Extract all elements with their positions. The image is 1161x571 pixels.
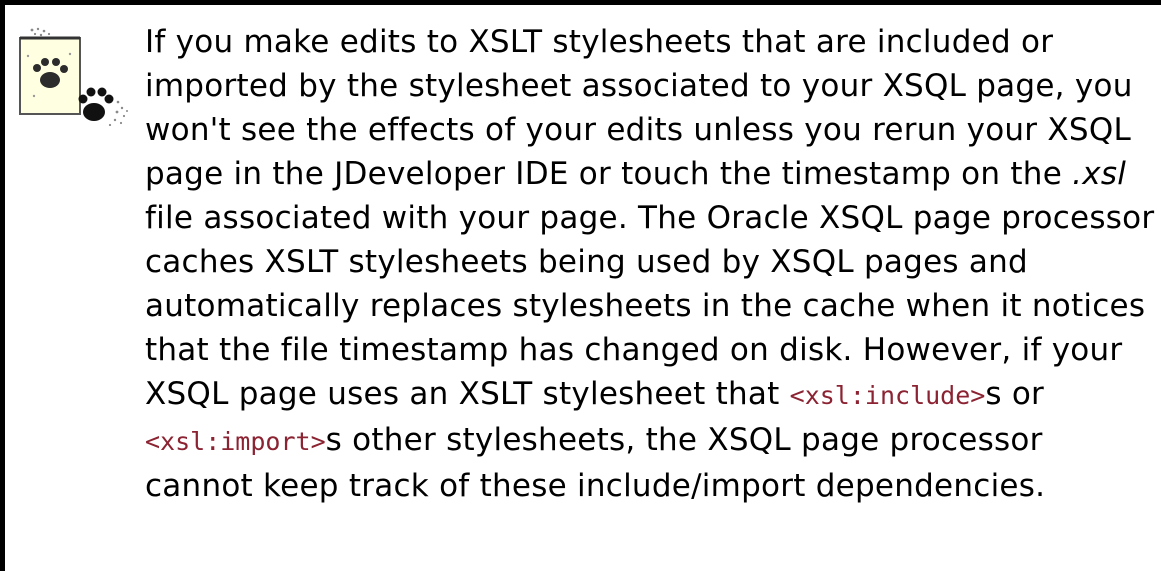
left-border-rule [0, 0, 5, 571]
note-text-part-2: file associated with your page. The Orac… [145, 200, 1155, 368]
note-paragraph: If you make edits to XSLT stylesheets th… [145, 20, 1155, 372]
top-border-rule [0, 0, 1161, 5]
note-line-include: XSQL page uses an XSLT stylesheet that <… [145, 372, 1155, 418]
note-text-part-4: s or [985, 376, 1045, 412]
note-text-part-3: XSQL page uses an XSLT stylesheet that [145, 376, 790, 412]
code-xsl-import: <xsl:import> [145, 427, 326, 456]
notepad-with-paw-icon [19, 27, 128, 126]
code-xsl-include: <xsl:include> [789, 381, 986, 410]
note-text-part-6: cannot keep track of these include/impor… [145, 468, 1046, 504]
note-text-part-5: s other stylesheets, the XSQL page proce… [325, 422, 1043, 458]
note-line-final: cannot keep track of these include/impor… [145, 464, 1155, 508]
note-body: If you make edits to XSLT stylesheets th… [145, 20, 1155, 508]
note-line-import: <xsl:import>s other stylesheets, the XSQ… [145, 418, 1155, 464]
note-text-part-1: If you make edits to XSLT stylesheets th… [145, 24, 1133, 192]
file-extension-xsl: .xsl [1072, 156, 1127, 192]
